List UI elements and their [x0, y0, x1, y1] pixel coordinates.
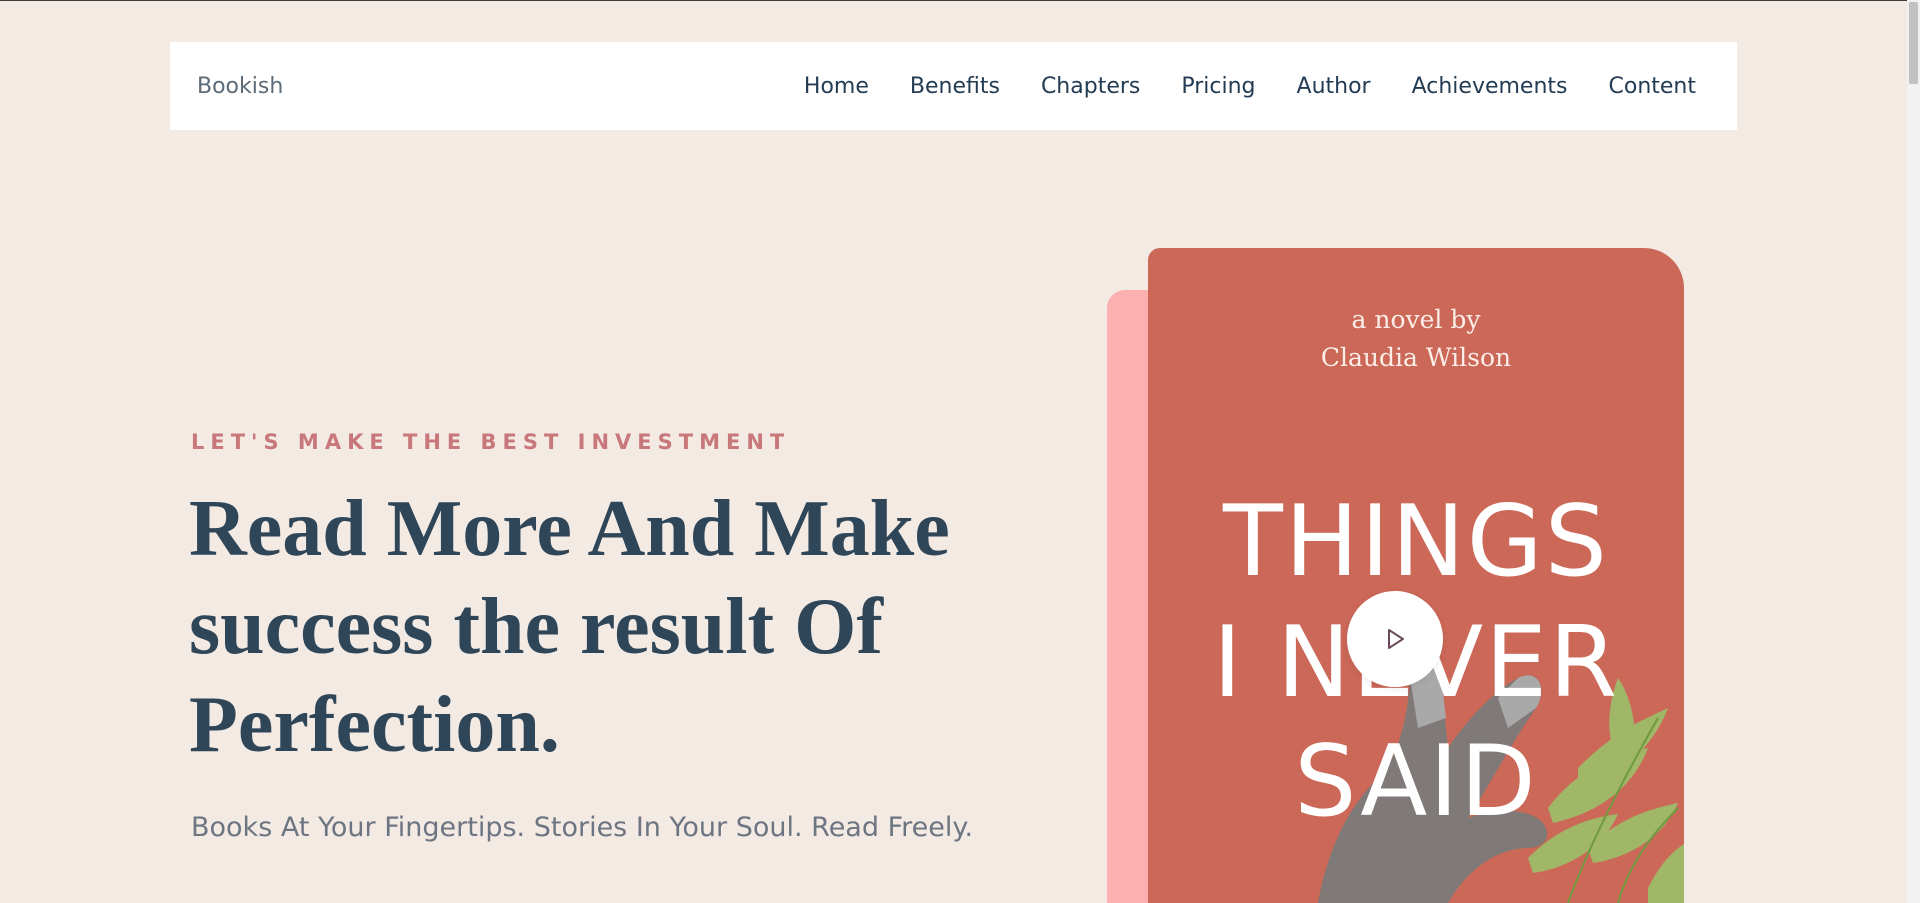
hero-headline: Read More And Make success the result Of… — [189, 480, 1019, 774]
page: Bookish Home Benefits Chapters Pricing A… — [0, 0, 1920, 903]
headline-line-3: Perfection. — [189, 681, 560, 769]
nav-link-home[interactable]: Home — [804, 74, 869, 99]
book-title-line-1: THINGS — [1223, 485, 1609, 599]
nav-link-achievements[interactable]: Achievements — [1412, 74, 1568, 99]
nav-link-author[interactable]: Author — [1297, 74, 1371, 99]
navbar: Bookish Home Benefits Chapters Pricing A… — [170, 42, 1737, 130]
nav-link-pricing[interactable]: Pricing — [1181, 74, 1255, 99]
top-border — [0, 0, 1920, 1]
headline-line-1: Read More And Make — [189, 485, 950, 573]
headline-line-2: success the result Of — [189, 583, 883, 671]
hero-eyebrow: LET'S MAKE THE BEST INVESTMENT — [191, 430, 791, 454]
nav-link-content[interactable]: Content — [1609, 74, 1697, 99]
play-video-button[interactable] — [1347, 591, 1443, 687]
nav-links: Home Benefits Chapters Pricing Author Ac… — [804, 74, 1696, 99]
book-title-line-3: SAID — [1294, 725, 1538, 839]
brand-logo[interactable]: Bookish — [197, 74, 283, 99]
book-author: Claudia Wilson — [1320, 343, 1512, 372]
book-byline: a novel by — [1351, 305, 1481, 334]
hero-tagline: Books At Your Fingertips. Stories In You… — [191, 812, 974, 843]
book-cover-image: a novel by Claudia Wilson THINGS I NEVER… — [1148, 248, 1684, 903]
play-icon — [1388, 629, 1404, 649]
scrollbar-thumb[interactable] — [1909, 2, 1918, 84]
nav-link-chapters[interactable]: Chapters — [1041, 74, 1140, 99]
page-scrollbar[interactable] — [1907, 0, 1920, 903]
nav-link-benefits[interactable]: Benefits — [910, 74, 1000, 99]
